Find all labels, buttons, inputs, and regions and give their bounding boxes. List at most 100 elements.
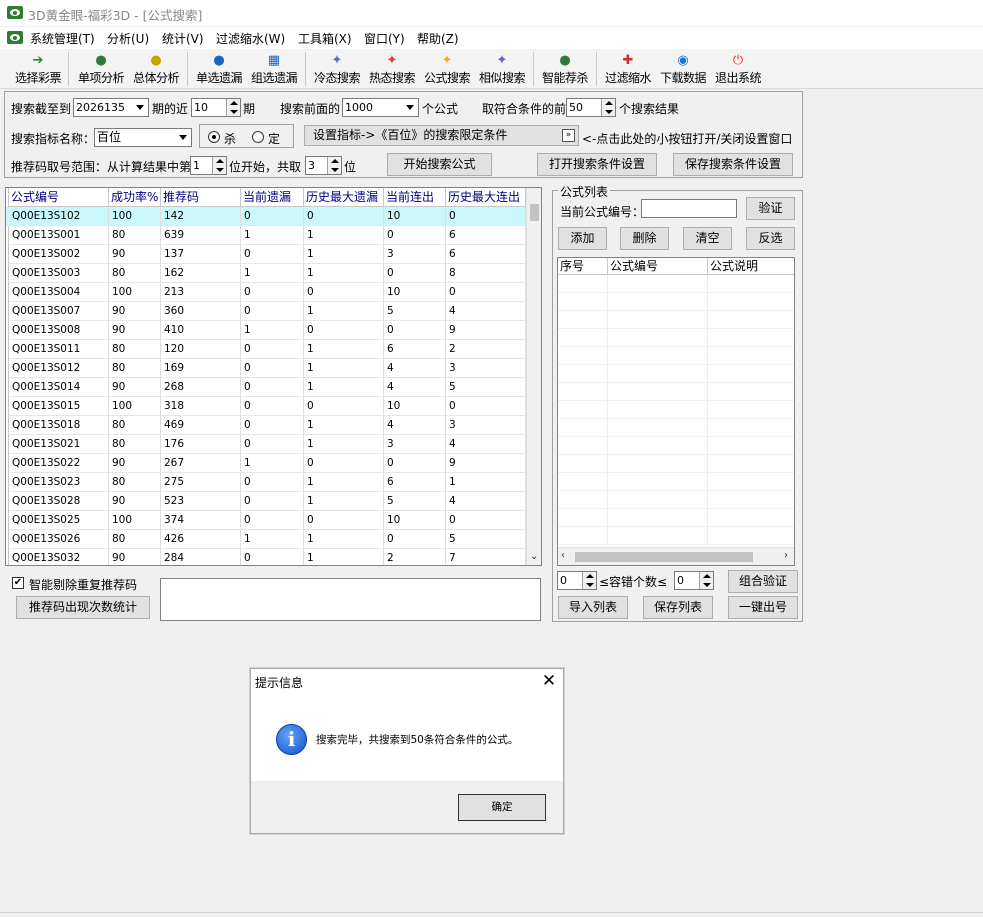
radio-kill[interactable] xyxy=(208,131,220,143)
dedupe-checkbox[interactable]: ✔ xyxy=(12,577,24,589)
current-formula-input[interactable] xyxy=(641,199,737,218)
table-row[interactable]: Q00E13S025 100 374 0 0 10 0 xyxy=(6,511,526,530)
tolerance-min-spinner[interactable]: 0 xyxy=(557,571,597,590)
set-index-conditions-button[interactable]: 设置指标->《百位》的搜索限定条件» xyxy=(304,125,579,146)
menu-toolbox[interactable]: 工具箱(X) xyxy=(298,30,352,47)
table-row[interactable]: Q00E13S023 80 275 0 1 6 1 xyxy=(6,473,526,492)
ok-button[interactable]: 确定 xyxy=(458,794,546,821)
table-row[interactable]: Q00E13S002 90 137 0 1 3 6 xyxy=(6,245,526,264)
download-data-button[interactable]: ◉ 下载数据 xyxy=(656,50,710,88)
table-row[interactable]: Q00E13S021 80 176 0 1 3 4 xyxy=(6,435,526,454)
delete-button[interactable]: 删除 xyxy=(620,227,669,250)
menu-system[interactable]: 系统管理(T) xyxy=(30,30,95,47)
mdi-child-icon[interactable] xyxy=(7,31,23,44)
chevron-left-icon[interactable]: ‹ xyxy=(561,550,565,562)
tolerance-max-spinner[interactable]: 0 xyxy=(674,571,714,590)
column-header[interactable]: 推荐码 xyxy=(161,188,241,207)
formula-list-horizontal-scrollbar[interactable]: ‹ › xyxy=(558,547,794,565)
save-list-button[interactable]: 保存列表 xyxy=(643,596,713,619)
menu-window[interactable]: 窗口(Y) xyxy=(364,30,405,47)
chevron-down-icon xyxy=(402,99,418,116)
table-row[interactable]: Q00E13S026 80 426 1 1 0 5 xyxy=(6,530,526,549)
table-cell: 9 xyxy=(446,321,526,340)
table-row[interactable]: Q00E13S008 90 410 1 0 0 9 xyxy=(6,321,526,340)
similar-search-button[interactable]: ✦ 相似搜索 xyxy=(475,50,529,88)
stats-output-box[interactable] xyxy=(160,578,541,621)
import-list-button[interactable]: 导入列表 xyxy=(558,596,628,619)
column-header[interactable]: 成功率% xyxy=(109,188,161,207)
column-header[interactable]: 当前遗漏 xyxy=(241,188,304,207)
table-row[interactable]: Q00E13S018 80 469 0 1 4 3 xyxy=(6,416,526,435)
close-icon[interactable]: ✕ xyxy=(537,671,561,691)
index-select[interactable]: 百位 xyxy=(94,128,192,147)
table-row[interactable]: Q00E13S015 100 318 0 0 10 0 xyxy=(6,397,526,416)
spinner-arrows-icon[interactable] xyxy=(226,99,240,116)
spinner-arrows-icon[interactable] xyxy=(582,572,596,589)
menu-help[interactable]: 帮助(Z) xyxy=(417,30,459,47)
front-count-select[interactable]: 1000 xyxy=(342,98,419,117)
add-button[interactable]: 添加 xyxy=(558,227,607,250)
single-missing-button[interactable]: ● 单选遗漏 xyxy=(192,50,246,88)
column-header[interactable]: 公式说明 xyxy=(708,258,794,275)
combo-verify-button[interactable]: 组合验证 xyxy=(728,570,798,593)
column-header[interactable]: 公式编号 xyxy=(608,258,708,275)
table-row[interactable]: Q00E13S003 80 162 1 1 0 8 xyxy=(6,264,526,283)
column-header[interactable]: 历史最大遗漏 xyxy=(304,188,384,207)
table-row[interactable]: Q00E13S022 90 267 1 0 0 9 xyxy=(6,454,526,473)
until-period-select[interactable]: 2026135 xyxy=(73,98,149,117)
table-cell: 5 xyxy=(384,302,446,321)
table-row[interactable]: Q00E13S102 100 142 0 0 10 0 xyxy=(6,207,526,226)
range-start-spinner[interactable]: 1 xyxy=(190,156,227,175)
chevron-down-icon[interactable]: ⌄ xyxy=(530,551,538,563)
table-row[interactable]: Q00E13S032 90 284 0 1 2 7 xyxy=(6,549,526,565)
quick-pick-button[interactable]: 一键出号 xyxy=(728,596,798,619)
radio-fix[interactable] xyxy=(252,131,264,143)
table-vertical-scrollbar[interactable]: ⌄ xyxy=(526,188,541,565)
clear-button[interactable]: 清空 xyxy=(683,227,732,250)
column-header[interactable]: 公式编号 xyxy=(9,188,109,207)
start-search-button[interactable]: 开始搜索公式 xyxy=(387,153,492,176)
smart-kill-button[interactable]: ● 智能荐杀 xyxy=(538,50,592,88)
table-row[interactable]: Q00E13S028 90 523 0 1 5 4 xyxy=(6,492,526,511)
spinner-arrows-icon[interactable] xyxy=(699,572,713,589)
recent-periods-spinner[interactable]: 10 xyxy=(191,98,241,117)
column-header[interactable]: 历史最大连出 xyxy=(446,188,526,207)
range-count-spinner[interactable]: 3 xyxy=(305,156,342,175)
group-missing-button[interactable]: ▦ 组选遗漏 xyxy=(247,50,301,88)
menu-statistics[interactable]: 统计(V) xyxy=(162,30,204,47)
cold-search-button[interactable]: ✦ 冷态搜索 xyxy=(310,50,364,88)
spinner-arrows-icon[interactable] xyxy=(212,157,226,174)
single-analysis-button[interactable]: ● 单项分析 xyxy=(74,50,128,88)
table-row[interactable]: Q00E13S012 80 169 0 1 4 3 xyxy=(6,359,526,378)
results-table[interactable]: 公式编号 成功率% 推荐码 当前遗漏 历史最大遗漏 当前连出 历史最大连出 Q00E13S1… xyxy=(5,187,542,566)
take-count-spinner[interactable]: 50 xyxy=(566,98,616,117)
invert-selection-button[interactable]: 反选 xyxy=(746,227,795,250)
overall-analysis-button[interactable]: ● 总体分析 xyxy=(129,50,183,88)
chevron-right-icon[interactable]: › xyxy=(784,550,788,562)
scroll-thumb[interactable] xyxy=(575,552,753,562)
list-cell xyxy=(558,383,608,401)
menu-filter[interactable]: 过滤缩水(W) xyxy=(216,30,285,47)
scroll-thumb[interactable] xyxy=(530,204,539,221)
open-search-settings-button[interactable]: 打开搜索条件设置 xyxy=(537,153,657,176)
double-chevron-down-icon[interactable]: » xyxy=(562,129,575,142)
hot-search-button[interactable]: ✦ 热态搜索 xyxy=(365,50,419,88)
select-lottery-button[interactable]: ➔ 选择彩票 xyxy=(12,50,64,88)
column-header[interactable]: 序号 xyxy=(558,258,608,275)
menu-analysis[interactable]: 分析(U) xyxy=(107,30,149,47)
spinner-arrows-icon[interactable] xyxy=(327,157,341,174)
filter-shrink-button[interactable]: ✚ 过滤缩水 xyxy=(601,50,655,88)
save-search-settings-button[interactable]: 保存搜索条件设置 xyxy=(673,153,793,176)
table-row[interactable]: Q00E13S014 90 268 0 1 4 5 xyxy=(6,378,526,397)
table-row[interactable]: Q00E13S001 80 639 1 1 0 6 xyxy=(6,226,526,245)
formula-list-table[interactable]: 序号 公式编号 公式说明 ‹ › xyxy=(557,257,795,566)
exit-system-button[interactable]: ⏻ 退出系统 xyxy=(711,50,765,88)
formula-search-button[interactable]: ✦ 公式搜索 xyxy=(420,50,474,88)
spinner-arrows-icon[interactable] xyxy=(601,99,615,116)
verify-button[interactable]: 验证 xyxy=(746,197,795,220)
table-row[interactable]: Q00E13S011 80 120 0 1 6 2 xyxy=(6,340,526,359)
column-header[interactable]: 当前连出 xyxy=(384,188,446,207)
recommend-stats-button[interactable]: 推荐码出现次数统计 xyxy=(16,596,150,619)
table-row[interactable]: Q00E13S004 100 213 0 0 10 0 xyxy=(6,283,526,302)
table-row[interactable]: Q00E13S007 90 360 0 1 5 4 xyxy=(6,302,526,321)
